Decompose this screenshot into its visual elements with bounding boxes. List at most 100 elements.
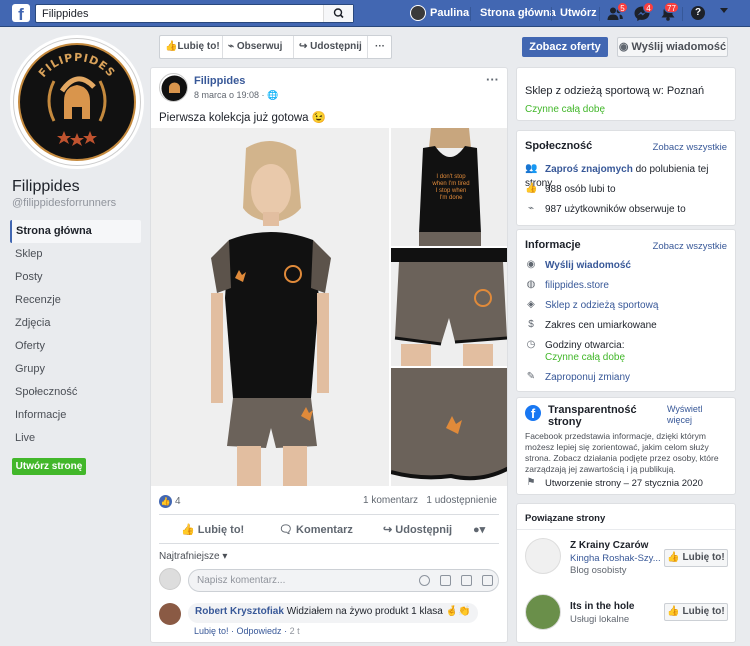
community-title: Społeczność [525,140,593,152]
search-value: Filippides [42,8,89,20]
top-navigation-bar: f Filippides Paulina Strona główna Utwór… [0,0,750,27]
share-page-button[interactable]: ↪ Udostępnij [294,36,368,58]
like-page-button[interactable]: 👍Lubię to! [160,36,223,58]
nav-item-reviews[interactable]: Recenzje [10,289,141,312]
related-page-avatar[interactable] [525,594,561,630]
post-comment-button[interactable]: 🗨 Komentarz [279,523,353,536]
like-page-label: Lubię to! [177,41,220,52]
nav-item-groups[interactable]: Grupy [10,358,141,381]
help-icon[interactable]: ? [691,6,705,20]
page-handle[interactable]: @filippidesforrunners [12,197,116,209]
search-input[interactable]: Filippides [35,4,354,23]
comment-reply-link[interactable]: Odpowiedz [237,626,282,636]
nav-item-about[interactable]: Informacje [10,404,141,427]
share-icon: ↪ [383,524,396,536]
search-button[interactable] [323,5,353,22]
comment-text: Widziałem na żywo produkt 1 klasa 🤞👏 [286,606,471,617]
view-offers-button[interactable]: Zobacz oferty [522,37,608,57]
post-author-name[interactable]: Filippides [194,75,245,87]
commenter-name[interactable]: Robert Krysztofiak [195,606,284,617]
post-like-label: Lubię to! [197,524,245,536]
follow-button[interactable]: ⌁ Obserwuj [223,36,294,58]
comments-count-link[interactable]: 1 komentarz [363,495,418,506]
profile-link[interactable]: Paulina [430,7,469,19]
share-page-label: Udostępnij [310,41,362,52]
post-author-avatar[interactable] [159,73,188,102]
rss-icon: ⌁ [228,41,237,52]
divider [159,543,499,544]
camera-icon[interactable] [440,575,451,586]
notifications-badge: 77 [664,2,679,13]
commenter-avatar[interactable] [159,603,181,625]
shares-count-link[interactable]: 1 udostępnienie [426,495,497,506]
related-page-like-button[interactable]: 👍 Lubię to! [664,549,728,567]
info-category-row: ◈ Sklep z odzieżą sportową [525,299,658,313]
post-photo-back[interactable]: I don't stop when I'm tired I stop when … [391,128,507,246]
info-message-link[interactable]: Wyślij wiadomość [545,260,631,271]
nav-item-community[interactable]: Społeczność [10,381,141,404]
divider [517,529,735,530]
page-action-bar: 👍Lubię to! ⌁ Obserwuj ↪ Udostępnij ··· [159,35,392,59]
community-see-all-link[interactable]: Zobacz wszystkie [653,142,727,153]
create-page-button[interactable]: Utwórz stronę [12,458,86,475]
post-comment-label: Komentarz [296,524,353,536]
nav-item-offers[interactable]: Oferty [10,335,141,358]
emoji-icon[interactable] [419,575,430,586]
related-like-label: Lubię to! [682,552,725,563]
more-options-button[interactable]: ··· [368,36,392,58]
post-share-button[interactable]: ↪ Udostępnij [383,523,452,536]
model-front-image [151,128,389,486]
search-icon [333,8,344,19]
hours-label: Godziny otwarcia: [545,340,625,351]
nav-item-photos[interactable]: Zdjęcia [10,312,141,335]
comment-time[interactable]: 2 t [290,626,300,636]
category-link[interactable]: Sklep z odzieżą sportową [545,300,658,311]
post-like-button[interactable]: 👍 Lubię to! [181,523,244,536]
globe-icon: 🌐 [267,90,279,100]
thumb-icon: 👍 [667,552,683,563]
comment-like-link[interactable]: Lubię to! [194,626,229,636]
create-link[interactable]: Utwórz [560,7,597,19]
sticker-icon[interactable] [482,575,493,586]
audience-selector[interactable]: ●▾ [473,523,485,536]
send-message-button[interactable]: ◉ Wyślij wiadomość [617,37,728,57]
account-menu-icon[interactable] [720,8,728,13]
nav-item-posts[interactable]: Posty [10,266,141,289]
shirt-slogan: I don't stop when I'm tired I stop when … [432,174,470,201]
home-link[interactable]: Strona główna [480,7,556,19]
thumb-icon: 👍 [181,524,198,536]
facebook-logo-icon[interactable]: f [12,4,30,22]
thumb-icon: 👍 [667,606,683,617]
post-options-icon[interactable]: ··· [486,72,499,87]
transparency-title: Transparentność strony [548,404,637,428]
related-page-name[interactable]: Its in the hole [570,601,634,612]
post-photo-shorts-back[interactable] [391,368,507,486]
invite-friends-link[interactable]: Zaproś znajomych [545,164,633,175]
community-card: Społeczność Zobacz wszystkie 👥 Zaproś zna… [516,130,736,226]
messenger-icon: ◉ [618,41,632,53]
nav-item-home[interactable]: Strona główna [10,220,141,243]
invite-friends-icon: 👥 [525,163,538,175]
suggest-edits-link[interactable]: Zaproponuj zmiany [545,372,630,383]
gif-icon[interactable] [461,575,472,586]
comment-input[interactable]: Napisz komentarz... [188,569,499,592]
info-see-all-link[interactable]: Zobacz wszystkie [653,241,727,252]
user-avatar[interactable] [410,5,426,21]
transparency-show-more-link[interactable]: Wyświetl więcej [667,404,707,426]
post-photo-main[interactable] [151,128,389,486]
nav-item-shop[interactable]: Sklep [10,243,141,266]
post-engagement-counts: 1 komentarz 1 udostępnienie [363,495,497,506]
related-page-like-button[interactable]: 👍 Lubię to! [664,603,728,621]
clock-icon: ◷ [526,339,536,351]
reactions-summary[interactable]: 👍 4 [159,495,181,508]
page-profile-picture[interactable]: FILIPPIDES [13,38,141,166]
related-page-owner[interactable]: Kingha Roshak-Szy... [570,553,661,564]
website-link[interactable]: filippides.store [545,280,609,291]
post-timestamp[interactable]: 8 marca o 19:08 · 🌐 [194,90,278,101]
comment-sort-dropdown[interactable]: Najtrafniejsze ▾ [159,551,227,562]
follows-row: ⌁ 987 użytkowników obserwuje to [525,203,686,217]
related-page-name[interactable]: Z Krainy Czarów [570,540,648,551]
nav-item-live[interactable]: Live [10,427,141,450]
related-page-avatar[interactable] [525,538,561,574]
post-photo-shorts-side[interactable] [391,248,507,366]
